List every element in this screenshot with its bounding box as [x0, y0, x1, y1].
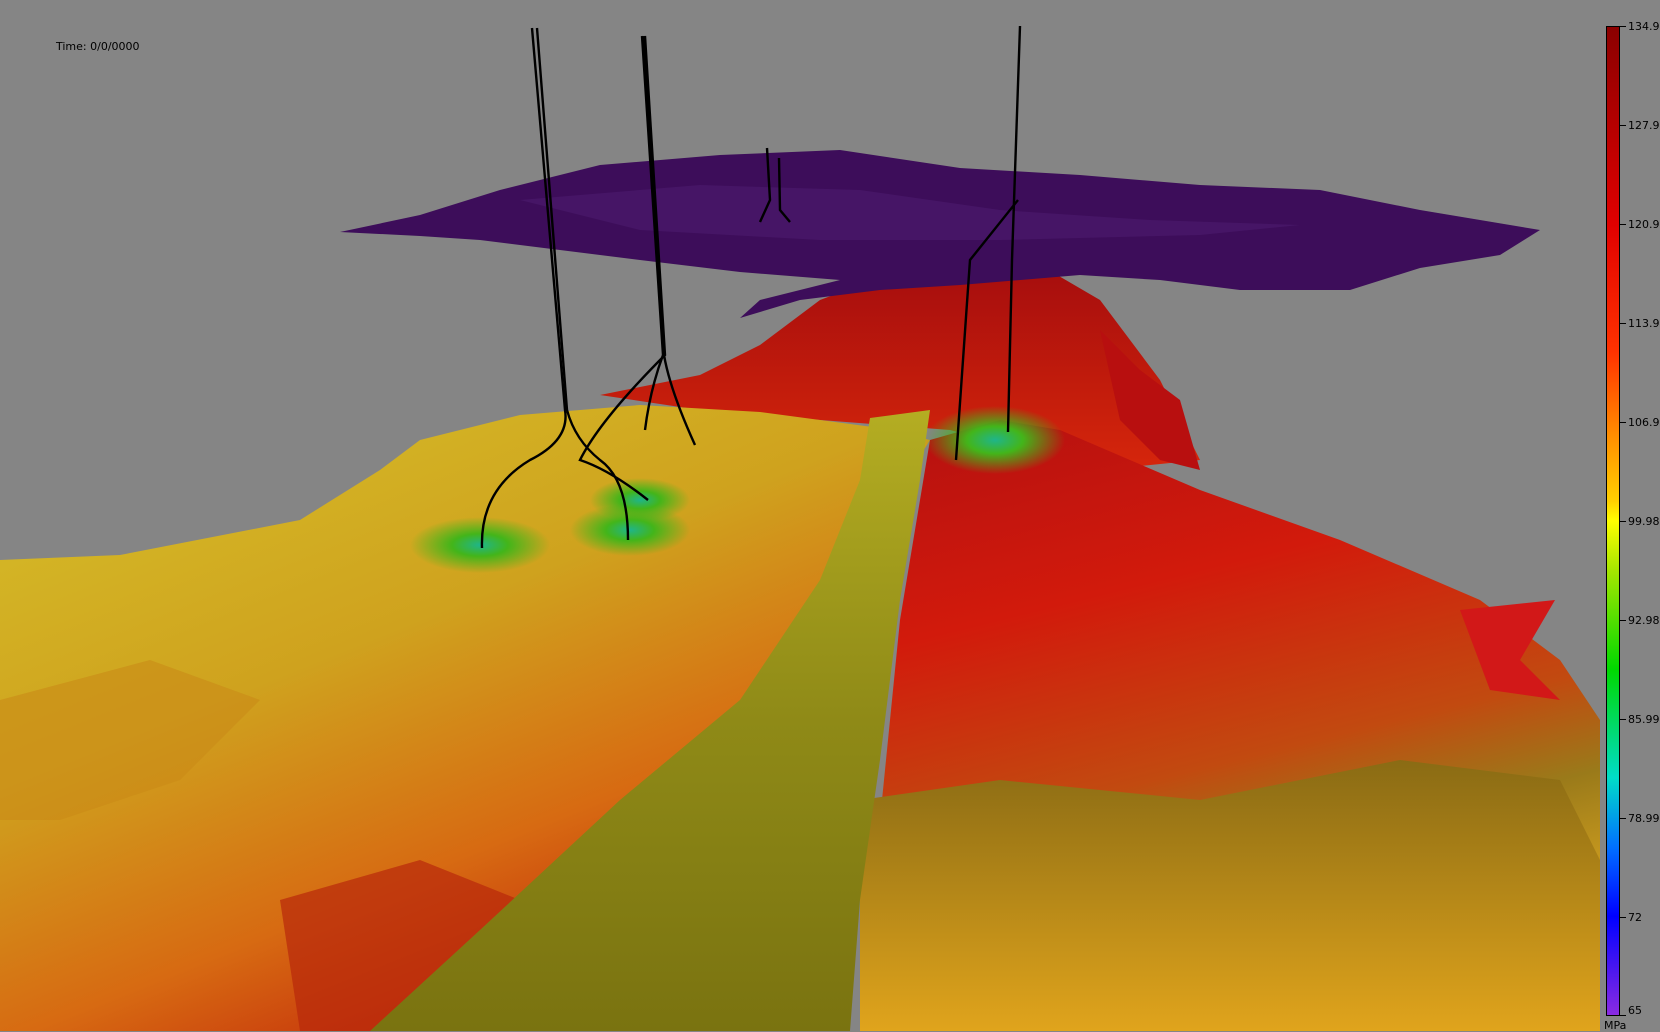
legend-tick — [1620, 26, 1626, 27]
legend-tick — [1620, 719, 1626, 720]
legend-tick-label: 113.9 — [1628, 317, 1660, 330]
legend-tick-label: 92.98 — [1628, 614, 1660, 627]
well-pressure-spot — [590, 478, 690, 522]
legend-tick — [1620, 125, 1626, 126]
3d-viewport[interactable] — [0, 0, 1660, 1031]
legend-tick-label: 78.99 — [1628, 812, 1660, 825]
legend-tick-label: 127.9 — [1628, 119, 1660, 132]
legend-tick-label: 106.9 — [1628, 416, 1660, 429]
legend-tick-label: 72 — [1628, 911, 1642, 924]
legend-tick-label: 99.98 — [1628, 515, 1660, 528]
legend-tick — [1620, 422, 1626, 423]
legend-tick — [1620, 1015, 1626, 1016]
pressure-color-legend — [1606, 26, 1620, 1016]
legend-tick-label: 85.99 — [1628, 713, 1660, 726]
legend-unit-label: MPa — [1604, 1019, 1627, 1032]
legend-tick-label: 65 — [1628, 1004, 1642, 1017]
legend-tick-label: 120.9 — [1628, 218, 1660, 231]
legend-tick — [1620, 323, 1626, 324]
well-pressure-spot — [925, 406, 1065, 474]
legend-tick-label: 134.9 — [1628, 20, 1660, 33]
legend-tick — [1620, 224, 1626, 225]
legend-tick — [1620, 818, 1626, 819]
right-lower-surface — [860, 760, 1600, 1031]
legend-tick — [1620, 917, 1626, 918]
legend-tick — [1620, 620, 1626, 621]
well-pressure-spot — [410, 517, 550, 573]
legend-tick — [1620, 521, 1626, 522]
time-label: Time: 0/0/0000 — [56, 40, 140, 53]
